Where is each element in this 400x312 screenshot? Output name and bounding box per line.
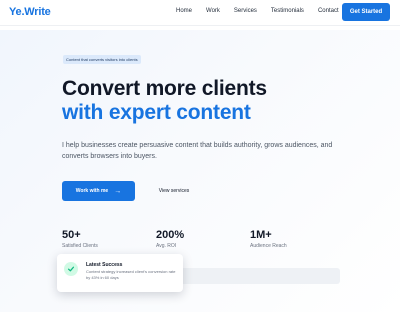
hero-lead: I help businesses create persuasive cont… (62, 142, 333, 160)
view-services-button[interactable]: View services (149, 181, 199, 201)
navbar: Ye.Write Home Work Services Testimonials… (0, 0, 400, 26)
stat-value: 50+ (62, 229, 81, 241)
hero-badge: Content that converts visitors into clie… (63, 55, 141, 64)
nav-link-home[interactable]: Home (176, 8, 192, 14)
stat-reach: 1M+ Audience Reach (250, 229, 287, 249)
stat-label: Avg. ROI (156, 243, 177, 249)
stat-roi: 200% Avg. ROI (156, 229, 184, 249)
check-icon (64, 262, 78, 276)
stat-value: 200% (156, 229, 185, 241)
stat-label: Audience Reach (250, 243, 287, 249)
stat-clients: 50+ Satisfied Clients (62, 229, 98, 249)
hero-headline-line1: Convert more clients (62, 77, 267, 100)
latest-success-card: Latest Success Content strategy increase… (57, 254, 183, 292)
nav-links: Home Work Services Testimonials Contact (176, 8, 353, 14)
hero-headline-line2: with expert content (62, 101, 251, 124)
nav-link-work[interactable]: Work (206, 8, 220, 14)
toast-title: Latest Success (86, 262, 123, 268)
work-with-me-button[interactable]: Work with me → (62, 181, 135, 201)
nav-link-testimonials[interactable]: Testimonials (271, 8, 304, 14)
work-with-me-label: Work with me (75, 188, 109, 194)
logo[interactable]: Ye.Write (9, 6, 51, 18)
stat-value: 1M+ (250, 229, 272, 241)
get-started-button[interactable]: Get Started (342, 3, 390, 21)
arrow-right-icon: → (114, 187, 122, 195)
nav-link-services[interactable]: Services (234, 8, 257, 14)
nav-link-contact[interactable]: Contact (318, 8, 339, 14)
toast-body: Content strategy increased client's conv… (86, 269, 176, 280)
stat-label: Satisfied Clients (62, 243, 98, 249)
